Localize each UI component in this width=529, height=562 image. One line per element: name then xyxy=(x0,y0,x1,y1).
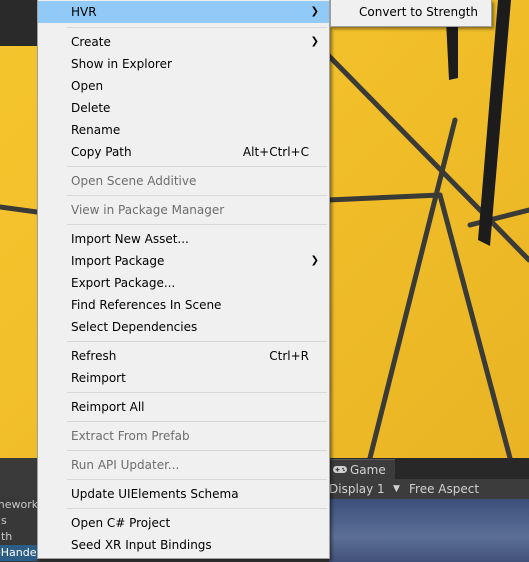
chevron-right-icon: ❯ xyxy=(310,36,319,47)
menu-item-import-package[interactable]: Import Package ❯ xyxy=(38,250,329,272)
menu-item-shortcut: Ctrl+R xyxy=(269,349,309,363)
menu-item-open-csharp-project[interactable]: Open C# Project xyxy=(38,512,329,534)
menu-item-shortcut: Alt+Ctrl+C xyxy=(242,145,309,159)
menu-item-label: Reimport xyxy=(71,371,126,385)
menu-item-view-in-package-manager: View in Package Manager xyxy=(38,199,329,221)
menu-item-label: Run API Updater... xyxy=(71,458,180,472)
menu-item-refresh[interactable]: Refresh Ctrl+R xyxy=(38,345,329,367)
game-toolbar: Display 1 ▼ Free Aspect xyxy=(329,479,529,499)
menu-item-label: View in Package Manager xyxy=(71,203,225,217)
hierarchy-row[interactable]: gth xyxy=(0,529,37,545)
aspect-dropdown[interactable]: Free Aspect xyxy=(409,479,479,499)
chevron-down-icon[interactable]: ▼ xyxy=(393,479,400,499)
menu-item-label: Reimport All xyxy=(71,400,145,414)
menu-item-label: Delete xyxy=(71,101,111,115)
menu-item-extract-from-prefab: Extract From Prefab xyxy=(38,425,329,447)
hierarchy-row[interactable]: mework xyxy=(0,497,37,513)
menu-item-label: Extract From Prefab xyxy=(71,429,190,443)
menu-item-label: Rename xyxy=(71,123,121,137)
menu-item-label: Show in Explorer xyxy=(71,57,172,71)
hvr-submenu: Convert to Strength xyxy=(330,0,492,27)
menu-item-export-package[interactable]: Export Package... xyxy=(38,272,329,294)
menu-item-hvr[interactable]: HVR ❯ xyxy=(38,1,329,23)
menu-item-label: Create xyxy=(71,35,111,49)
menu-item-label: Open xyxy=(71,79,104,93)
menu-item-label: Find References In Scene xyxy=(71,298,222,312)
menu-separator xyxy=(67,224,327,225)
menu-item-rename[interactable]: Rename xyxy=(38,119,329,141)
game-view[interactable] xyxy=(329,499,529,562)
menu-item-select-dependencies[interactable]: Select Dependencies xyxy=(38,316,329,338)
menu-separator xyxy=(67,27,327,28)
menu-item-run-api-updater: Run API Updater... xyxy=(38,454,329,476)
menu-item-label: Convert to Strength xyxy=(359,5,479,19)
menu-separator xyxy=(67,166,327,167)
tab-game-label: Game xyxy=(350,463,386,477)
menu-item-label: Import Package xyxy=(71,254,165,268)
menu-item-open-scene-additive: Open Scene Additive xyxy=(38,170,329,192)
display-dropdown[interactable]: Display 1 xyxy=(329,479,385,499)
menu-item-convert-to-strength[interactable]: Convert to Strength xyxy=(331,1,491,23)
menu-separator xyxy=(67,508,327,509)
menu-separator xyxy=(67,421,327,422)
tab-game[interactable]: Game xyxy=(329,459,395,480)
chevron-right-icon: ❯ xyxy=(310,255,319,266)
gamepad-icon xyxy=(333,460,347,480)
menu-item-label: Open C# Project xyxy=(71,516,171,530)
menu-item-label: Seed XR Input Bindings xyxy=(71,538,212,552)
menu-item-show-in-explorer[interactable]: Show in Explorer xyxy=(38,53,329,75)
menu-separator xyxy=(67,479,327,480)
menu-item-reimport[interactable]: Reimport xyxy=(38,367,329,389)
menu-separator xyxy=(67,195,327,196)
menu-item-label: Refresh xyxy=(71,349,117,363)
hierarchy-panel-fragment[interactable]: mework gs gth oHandes xyxy=(0,497,37,562)
menu-item-update-uielements-schema[interactable]: Update UIElements Schema xyxy=(38,483,329,505)
menu-item-label: Copy Path xyxy=(71,145,132,159)
chevron-right-icon: ❯ xyxy=(310,6,319,17)
menu-item-label: Export Package... xyxy=(71,276,176,290)
menu-item-label: Update UIElements Schema xyxy=(71,487,239,501)
context-menu: HVR ❯ Create ❯ Show in Explorer Open Del… xyxy=(37,0,330,559)
menu-item-label: Open Scene Additive xyxy=(71,174,197,188)
menu-item-label: Import New Asset... xyxy=(71,232,189,246)
hierarchy-row-selected[interactable]: oHandes xyxy=(0,545,37,561)
menu-item-seed-xr-input-bindings[interactable]: Seed XR Input Bindings xyxy=(38,534,329,556)
menu-item-delete[interactable]: Delete xyxy=(38,97,329,119)
menu-separator xyxy=(67,450,327,451)
menu-item-create[interactable]: Create ❯ xyxy=(38,31,329,53)
menu-separator xyxy=(67,392,327,393)
hierarchy-row[interactable]: gs xyxy=(0,513,37,529)
menu-item-reimport-all[interactable]: Reimport All xyxy=(38,396,329,418)
menu-item-import-new-asset[interactable]: Import New Asset... xyxy=(38,228,329,250)
menu-item-open[interactable]: Open xyxy=(38,75,329,97)
menu-item-label: Select Dependencies xyxy=(71,320,198,334)
menu-item-copy-path[interactable]: Copy Path Alt+Ctrl+C xyxy=(38,141,329,163)
menu-item-find-references[interactable]: Find References In Scene xyxy=(38,294,329,316)
menu-separator xyxy=(67,341,327,342)
menu-item-label: HVR xyxy=(71,5,97,19)
